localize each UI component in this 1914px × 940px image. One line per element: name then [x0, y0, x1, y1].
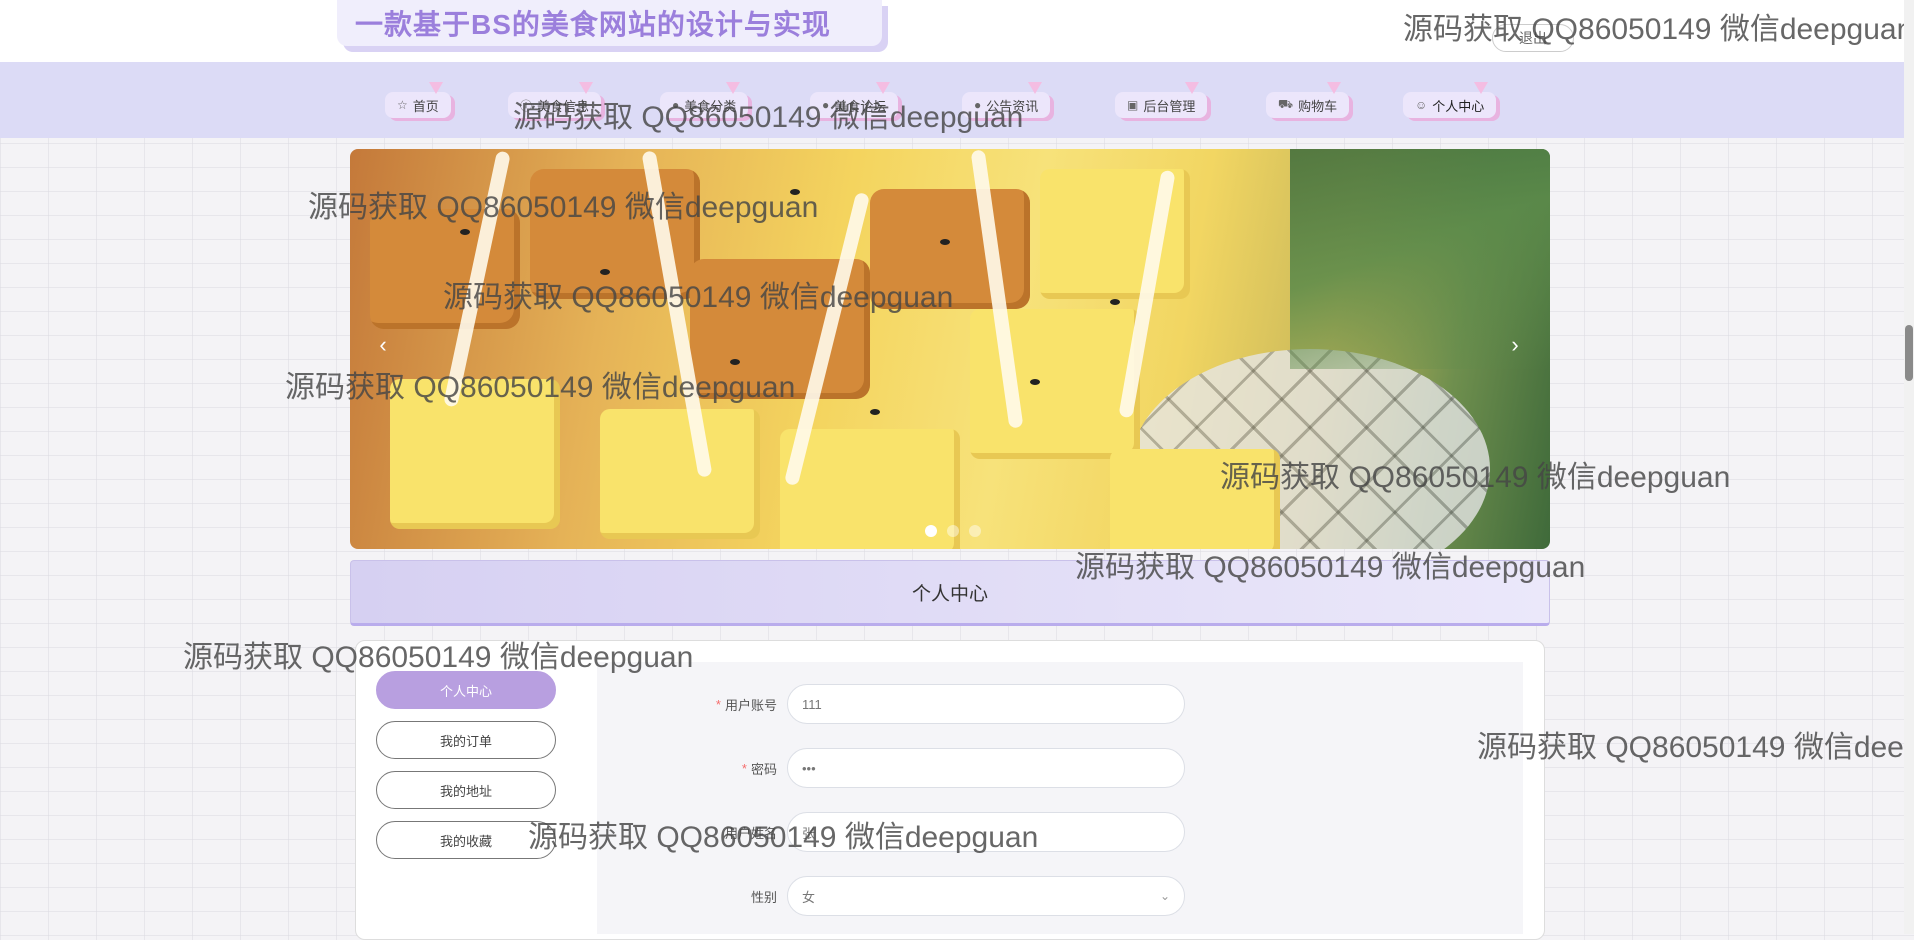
pin-decoration — [1327, 82, 1342, 94]
seed-decoration — [940, 239, 950, 245]
nav-item-label: 首页 — [412, 98, 439, 114]
form-row-password: * 密码 ••• — [597, 748, 1523, 788]
pin-decoration — [726, 82, 741, 94]
nav-item-food-info[interactable]: ⓘ 美食信息 — [508, 82, 602, 118]
site-title: 一款基于BS的美食网站的设计与实现 — [337, 0, 882, 46]
nav-item-label: 个人中心 — [1432, 98, 1485, 114]
nav-item-food-forum[interactable]: ● 美食论坛 — [810, 82, 899, 118]
food-chunk — [390, 379, 560, 529]
circle-icon: ● — [822, 98, 830, 112]
main-nav: ☆ 首页 ⓘ 美食信息 ● 美食分类 ● 美食论坛 ● 公告资讯 ▣ 后台管理 … — [0, 62, 1914, 138]
nav-item-announcements[interactable]: ● 公告资讯 — [962, 82, 1051, 118]
pin-decoration — [1028, 82, 1043, 94]
form-label: * 用户账号 — [597, 684, 777, 724]
pin-decoration — [1185, 82, 1200, 94]
sidebar-item-user-center[interactable]: 个人中心 — [376, 671, 556, 709]
form-row-name: 用户姓名 张 — [597, 812, 1523, 852]
form-label: * 密码 — [597, 748, 777, 788]
select-value: 女 — [802, 889, 816, 905]
form-label-text: 密码 — [750, 761, 777, 777]
sidebar-item-my-orders[interactable]: 我的订单 — [376, 721, 556, 759]
account-input[interactable]: 111 — [787, 684, 1185, 724]
nav-item-label: 后台管理 — [1143, 98, 1196, 114]
required-mark: * — [741, 760, 747, 776]
building-icon: ▣ — [1127, 98, 1139, 112]
gender-select[interactable]: 女 ⌄ — [787, 876, 1185, 916]
carousel-dot[interactable] — [969, 525, 981, 537]
form-row-account: * 用户账号 111 — [597, 684, 1523, 724]
required-mark: * — [715, 696, 721, 712]
scrollbar-thumb[interactable] — [1905, 325, 1913, 381]
info-icon: ⓘ — [520, 98, 533, 113]
nav-item-home[interactable]: ☆ 首页 — [385, 82, 451, 118]
carousel-prev-button[interactable]: ‹ — [368, 330, 398, 360]
chevron-down-icon: ⌄ — [1159, 889, 1170, 903]
page-scrollbar[interactable] — [1904, 0, 1914, 934]
form-label: 性别 — [597, 876, 777, 916]
logout-button[interactable]: 退出 — [1492, 24, 1574, 52]
password-input[interactable]: ••• — [787, 748, 1185, 788]
food-chunk — [870, 189, 1030, 309]
nav-item-label: 美食信息 — [537, 98, 590, 114]
seed-decoration — [460, 229, 470, 235]
seed-decoration — [790, 189, 800, 195]
cart-icon: ⛟ — [1278, 97, 1294, 111]
seed-decoration — [1030, 379, 1040, 385]
food-chunk — [370, 209, 520, 329]
food-chunk — [1110, 449, 1280, 549]
carousel-banner — [350, 149, 1550, 549]
carousel-indicators — [925, 525, 981, 537]
nav-item-label: 美食分类 — [684, 98, 737, 114]
input-value: 111 — [802, 696, 822, 712]
seed-decoration — [1110, 299, 1120, 305]
nav-item-label: 公告资讯 — [986, 98, 1039, 114]
user-icon: ☺ — [1415, 98, 1428, 112]
pin-decoration — [876, 82, 891, 94]
top-bar: 一款基于BS的美食网站的设计与实现 退出 — [0, 0, 1914, 62]
food-chunk — [600, 409, 760, 539]
carousel-next-button[interactable]: › — [1500, 330, 1530, 360]
nav-item-label: 购物车 — [1298, 98, 1338, 114]
circle-icon: ● — [672, 98, 680, 112]
section-title: 个人中心 — [350, 560, 1550, 626]
carousel-dot[interactable] — [925, 525, 937, 537]
nav-item-admin[interactable]: ▣ 后台管理 — [1115, 82, 1208, 118]
input-value: ••• — [802, 760, 816, 776]
seed-decoration — [600, 269, 610, 275]
sidebar-item-my-favorites[interactable]: 我的收藏 — [376, 821, 556, 859]
form-label-text: 用户姓名 — [724, 825, 777, 841]
sidebar-item-my-address[interactable]: 我的地址 — [376, 771, 556, 809]
form-label-text: 用户账号 — [724, 697, 777, 713]
input-value: 张 — [802, 825, 816, 841]
form-label-text: 性别 — [750, 889, 777, 905]
pin-decoration — [428, 82, 443, 94]
name-input[interactable]: 张 — [787, 812, 1185, 852]
nav-item-cart[interactable]: ⛟ 购物车 — [1266, 82, 1350, 118]
seed-decoration — [870, 409, 880, 415]
form-label: 用户姓名 — [597, 812, 777, 852]
nav-item-food-category[interactable]: ● 美食分类 — [660, 82, 749, 118]
star-icon: ☆ — [397, 98, 408, 112]
circle-icon: ● — [974, 98, 982, 112]
seed-decoration — [730, 359, 740, 365]
form-row-gender: 性别 女 ⌄ — [597, 876, 1523, 916]
carousel-dot[interactable] — [947, 525, 959, 537]
nav-item-label: 美食论坛 — [834, 98, 887, 114]
pin-decoration — [579, 82, 594, 94]
pin-decoration — [1474, 82, 1489, 94]
nav-item-user-center[interactable]: ☺ 个人中心 — [1403, 82, 1497, 118]
